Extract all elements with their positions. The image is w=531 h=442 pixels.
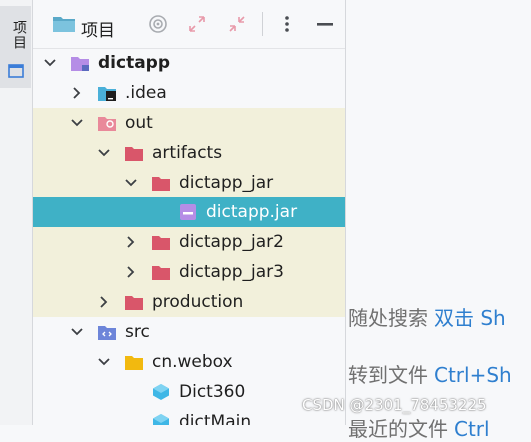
tree-row-dictapp-jar2[interactable]: dictapp_jar2 (33, 227, 345, 257)
hint-goto-file: 转到文件 Ctrl+Sh (348, 359, 512, 388)
watermark: CSDN @2301_78453225 (302, 396, 487, 414)
project-tool-tab-label: 项目 (11, 20, 27, 50)
hint-shortcut: Ctrl+Sh (434, 363, 512, 387)
hint-search-everywhere: 随处搜索 双击 Sh (348, 302, 506, 331)
tree-row-idea[interactable]: .idea (33, 78, 345, 108)
module-folder-icon (71, 57, 89, 71)
chevron-down-icon[interactable] (98, 356, 110, 368)
project-panel-header: 项目 (33, 0, 345, 49)
tree-row-dict360[interactable]: Dict360 (33, 377, 345, 407)
folder-red-icon (125, 147, 143, 161)
tool-window-strip: 项目 (0, 0, 33, 425)
excluded-folder-icon (98, 117, 116, 131)
project-panel: 项目 dictapp .idea out artifacts dictapp_j… (33, 0, 346, 425)
tree-label: dictapp_jar (179, 173, 274, 193)
chevron-down-icon[interactable] (98, 147, 110, 159)
chevron-right-icon[interactable] (98, 296, 110, 308)
folder-red-icon (125, 296, 143, 310)
hint-shortcut: Ctrl (454, 417, 490, 441)
editor-empty-area: 随处搜索 双击 Sh 转到文件 Ctrl+Sh 最近的文件 Ctrl (346, 0, 531, 441)
collapse-all-icon[interactable] (227, 14, 247, 34)
more-options-icon[interactable] (277, 14, 297, 34)
hint-text: 最近的文件 (348, 417, 448, 441)
hint-shortcut: 双击 Sh (434, 306, 506, 330)
chevron-down-icon[interactable] (44, 57, 56, 69)
hide-panel-icon[interactable] (315, 14, 335, 34)
tree-label: production (152, 292, 244, 312)
chevron-right-icon[interactable] (125, 236, 137, 248)
tree-label: dictapp (98, 53, 171, 73)
tree-label: dictapp_jar2 (179, 232, 284, 252)
tree-label: cn.webox (152, 352, 233, 372)
jar-file-icon (180, 204, 196, 220)
project-tool-tab[interactable]: 项目 (0, 6, 31, 88)
header-separator (262, 12, 263, 36)
class-file-icon (153, 384, 169, 400)
tree-row-dictapp-jar[interactable]: dictapp_jar (33, 168, 345, 198)
package-folder-icon (125, 356, 143, 370)
chevron-right-icon[interactable] (125, 266, 137, 278)
tree-label: dictapp.jar (206, 202, 298, 222)
chevron-down-icon[interactable] (125, 177, 137, 189)
project-folder-icon (53, 17, 75, 32)
tree-label: out (125, 113, 153, 133)
hint-text: 随处搜索 (348, 306, 428, 330)
tree-row-out[interactable]: out (33, 108, 345, 138)
tree-row-dictmain[interactable]: dictMain (33, 407, 345, 425)
tree-label: Dict360 (179, 382, 246, 402)
chevron-down-icon[interactable] (71, 117, 83, 129)
folder-red-icon (152, 177, 170, 191)
expand-all-icon[interactable] (187, 14, 207, 34)
tree-row-src[interactable]: src (33, 317, 345, 347)
tree-row-cn-webox[interactable]: cn.webox (33, 347, 345, 377)
hint-recent-files: 最近的文件 Ctrl (348, 413, 490, 442)
source-folder-icon (98, 326, 116, 340)
tree-label: .idea (125, 83, 167, 103)
hint-text: 转到文件 (348, 363, 428, 387)
tree-label: dictapp_jar3 (179, 262, 284, 282)
tree-row-artifacts[interactable]: artifacts (33, 138, 345, 168)
chevron-down-icon[interactable] (71, 326, 83, 338)
tree-label: dictMain (179, 412, 252, 425)
tree-row-production[interactable]: production (33, 287, 345, 317)
tree-row-dictapp-jar3[interactable]: dictapp_jar3 (33, 257, 345, 287)
project-panel-icon (8, 64, 24, 78)
locate-file-icon[interactable] (148, 14, 168, 34)
folder-red-icon (152, 266, 170, 280)
panel-title: 项目 (81, 21, 115, 41)
class-file-icon (153, 414, 169, 425)
tree-row-dictapp[interactable]: dictapp (33, 48, 345, 78)
tree-label: src (125, 322, 150, 342)
chevron-right-icon[interactable] (71, 87, 83, 99)
idea-folder-icon (98, 87, 116, 101)
tree-row-dictapp-jar-file[interactable]: dictapp.jar (33, 197, 345, 227)
tree-label: artifacts (152, 143, 223, 163)
folder-red-icon (152, 236, 170, 250)
